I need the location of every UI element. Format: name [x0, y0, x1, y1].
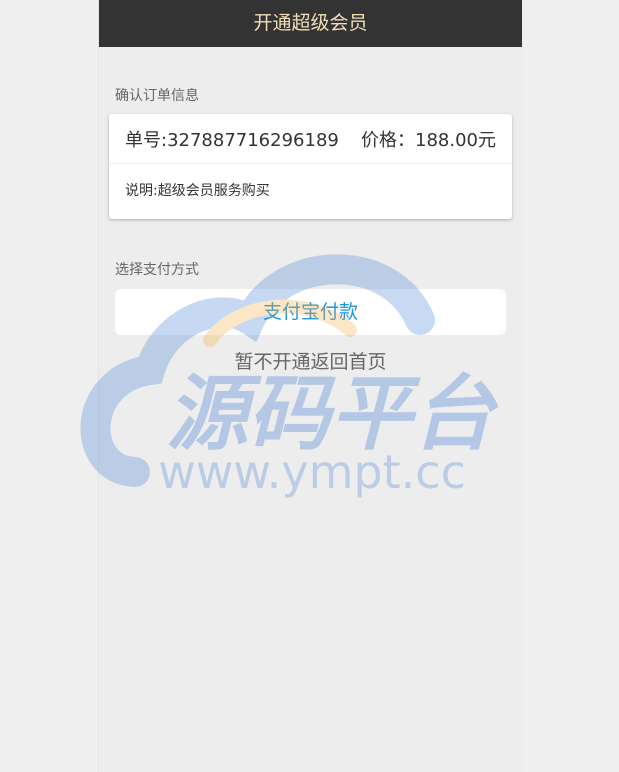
order-price: 价格：188.00元	[361, 129, 496, 151]
page-header: 开通超级会员	[99, 0, 522, 47]
alipay-button[interactable]: 支付宝付款	[115, 289, 506, 335]
payment-section-label: 选择支付方式	[115, 262, 199, 278]
page-container: 开通超级会员 确认订单信息 单号:327887716296189 价格：188.…	[98, 0, 522, 772]
order-card: 单号:327887716296189 价格：188.00元 说明:超级会员服务购…	[109, 114, 512, 219]
back-home-link[interactable]: 暂不开通返回首页	[99, 347, 522, 374]
page-title: 开通超级会员	[253, 12, 368, 34]
order-description: 说明:超级会员服务购买	[125, 183, 270, 199]
order-number: 单号:327887716296189	[125, 129, 339, 151]
order-section-label: 确认订单信息	[115, 88, 199, 104]
order-summary-row: 单号:327887716296189 价格：188.00元	[109, 114, 512, 164]
